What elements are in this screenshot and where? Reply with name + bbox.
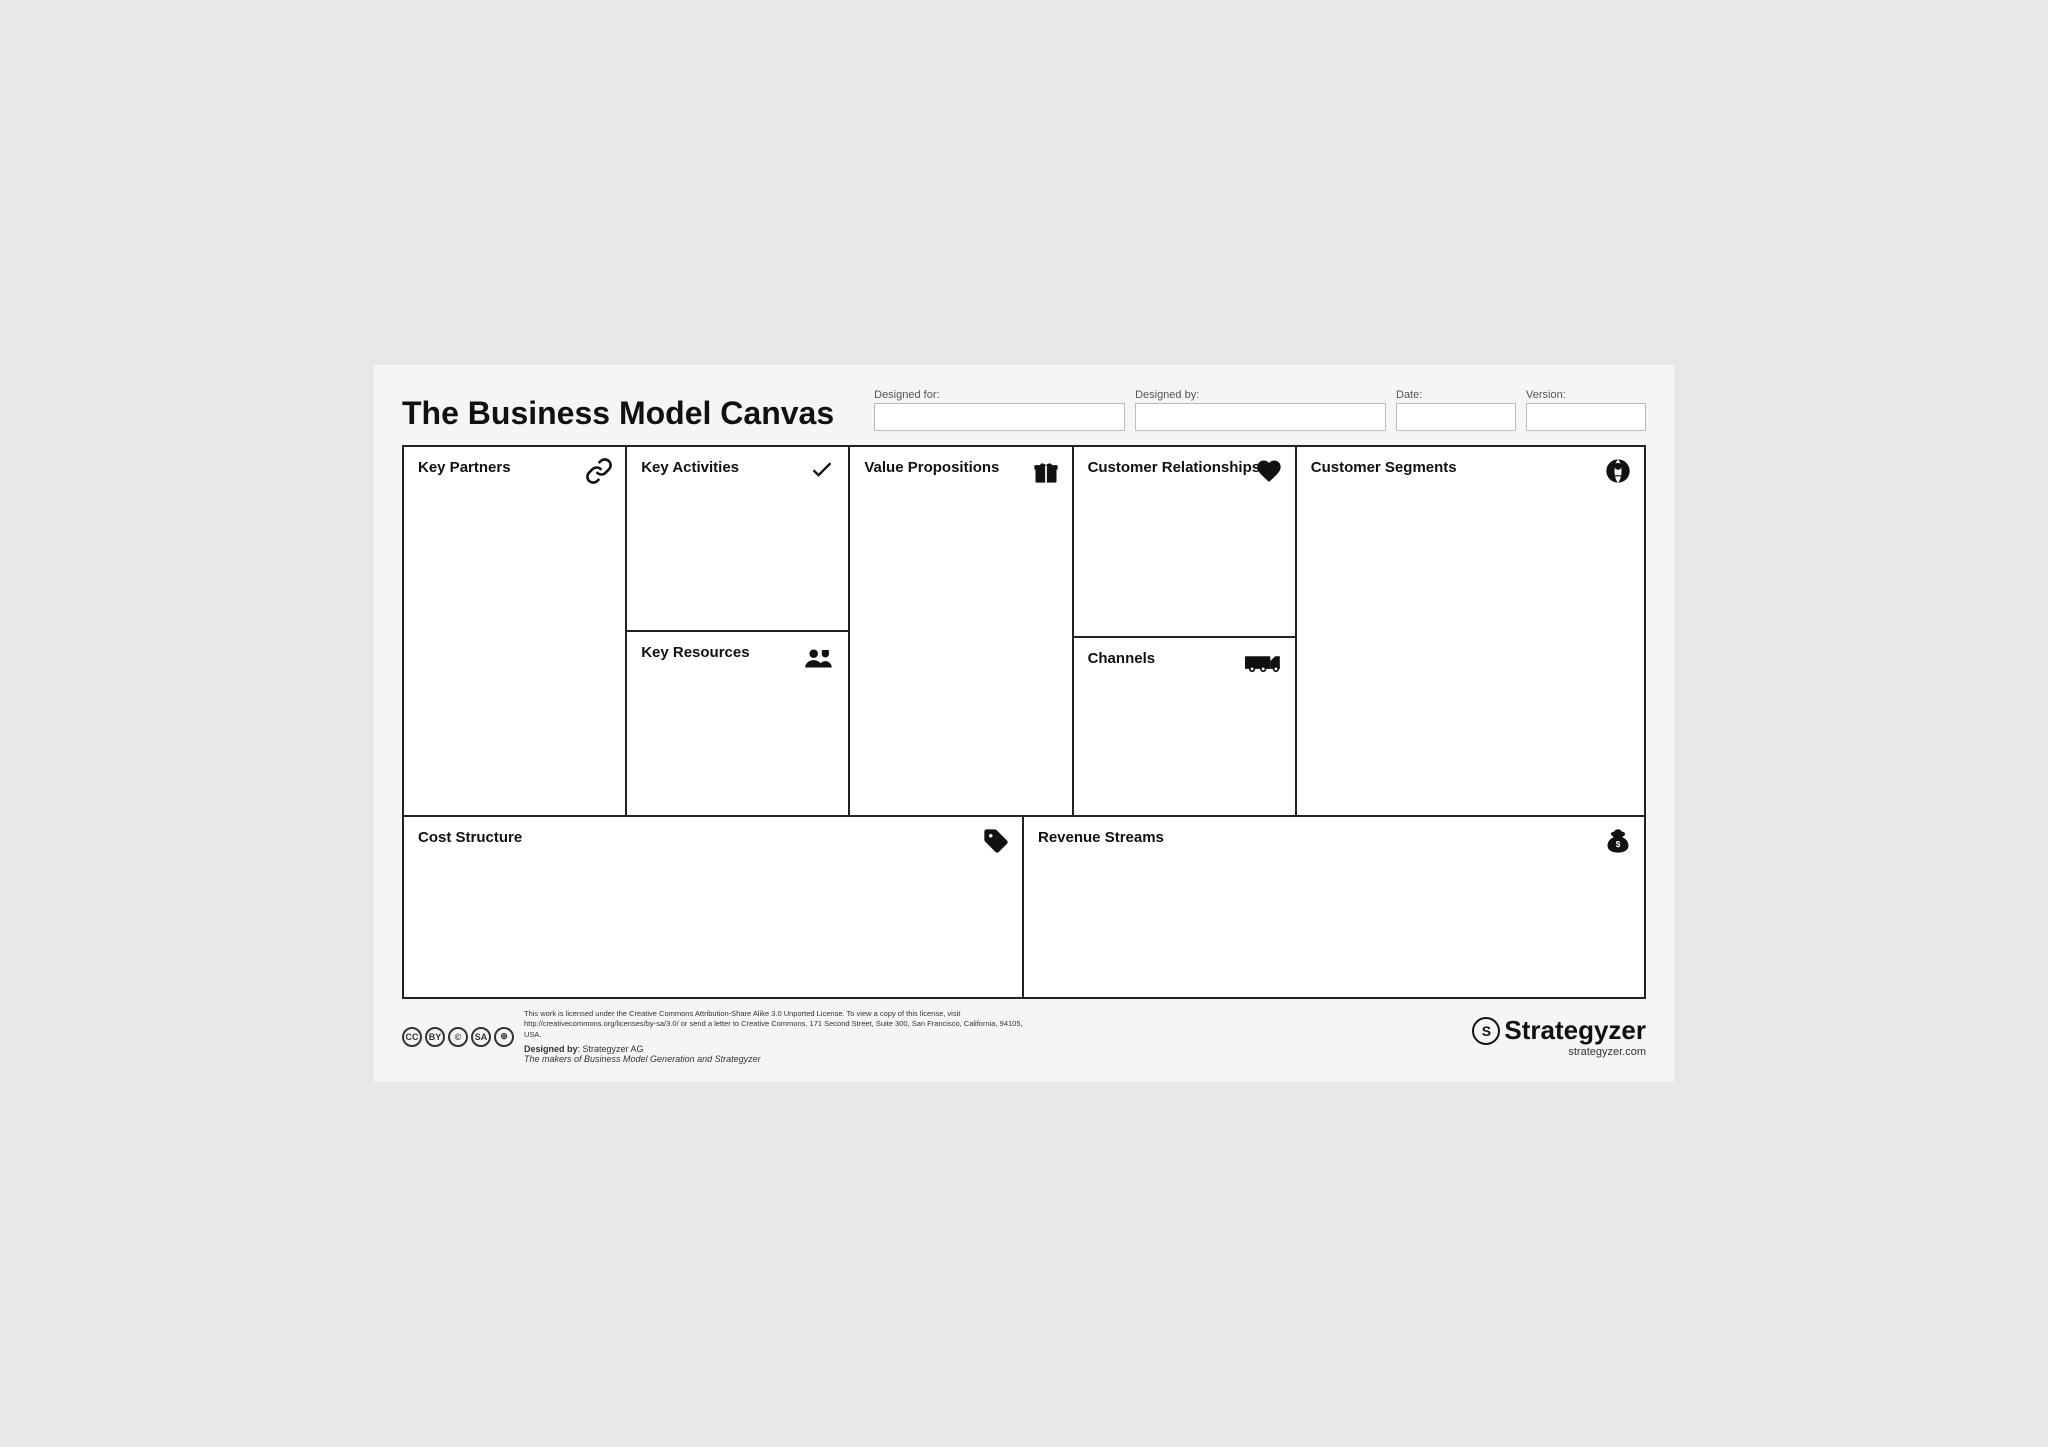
customer-segments-label: Customer Segments bbox=[1311, 459, 1630, 477]
customer-relationships-cell: Customer Relationships bbox=[1074, 447, 1295, 638]
key-activities-resources-column: Key Activities Key Resources bbox=[627, 447, 850, 815]
footer-left: CC BY © SA ⊕ This work is licensed under… bbox=[402, 1009, 1024, 1065]
cr-channels-column: Customer Relationships Channels bbox=[1074, 447, 1297, 815]
date-input[interactable] bbox=[1396, 403, 1516, 431]
designed-for-input[interactable] bbox=[874, 403, 1125, 431]
designed-by-label: Designed by bbox=[524, 1044, 578, 1054]
cost-structure-label: Cost Structure bbox=[418, 829, 1008, 847]
page-footer: CC BY © SA ⊕ This work is licensed under… bbox=[402, 1009, 1646, 1065]
customer-relationships-label: Customer Relationships bbox=[1088, 459, 1281, 477]
version-label: Version: bbox=[1526, 389, 1646, 401]
footer-text: This work is licensed under the Creative… bbox=[524, 1009, 1024, 1065]
value-propositions-cell: Value Propositions bbox=[850, 447, 1071, 815]
date-field: Date: bbox=[1396, 389, 1516, 431]
revenue-streams-icon: $ bbox=[1604, 827, 1632, 861]
value-propositions-icon bbox=[1032, 457, 1060, 491]
cc-by-icon: BY bbox=[425, 1027, 445, 1047]
canvas-bottom-row: Cost Structure Revenue Streams bbox=[404, 817, 1644, 997]
strategyzer-name: Strategyzer bbox=[1504, 1015, 1646, 1046]
footer-designed-by: Designed by: Strategyzer AG bbox=[524, 1044, 1024, 1054]
key-resources-icon bbox=[802, 642, 836, 682]
designed-by-label: Designed by: bbox=[1135, 389, 1386, 401]
channels-icon bbox=[1245, 648, 1283, 680]
cc-nc-icon: © bbox=[448, 1027, 468, 1047]
key-partners-cell: Key Partners bbox=[404, 447, 625, 815]
cc-icon: CC bbox=[402, 1027, 422, 1047]
customer-segments-column: Customer Segments bbox=[1297, 447, 1644, 815]
value-propositions-label: Value Propositions bbox=[864, 459, 1057, 477]
creative-commons-icons: CC BY © SA ⊕ bbox=[402, 1027, 514, 1047]
business-model-canvas: Key Partners Key Activities bbox=[402, 445, 1646, 999]
license-text: This work is licensed under the Creative… bbox=[524, 1009, 1024, 1041]
svg-text:$: $ bbox=[1616, 840, 1621, 849]
canvas-top-row: Key Partners Key Activities bbox=[404, 447, 1644, 817]
footer-tagline: The makers of Business Model Generation … bbox=[524, 1054, 1024, 1064]
key-activities-cell: Key Activities bbox=[627, 447, 848, 632]
key-activities-icon bbox=[808, 457, 836, 491]
strategyzer-logo-icon: S bbox=[1472, 1017, 1500, 1045]
channels-cell: Channels bbox=[1074, 638, 1295, 815]
designed-for-field: Designed for: bbox=[874, 389, 1125, 431]
strategyzer-url: strategyzer.com bbox=[1472, 1046, 1646, 1058]
value-propositions-column: Value Propositions bbox=[850, 447, 1073, 815]
page-header: The Business Model Canvas Designed for: … bbox=[402, 389, 1646, 431]
designed-by-field: Designed by: bbox=[1135, 389, 1386, 431]
designed-for-label: Designed for: bbox=[874, 389, 1125, 401]
cc-nd-icon: ⊕ bbox=[494, 1027, 514, 1047]
version-field: Version: bbox=[1526, 389, 1646, 431]
cost-structure-icon bbox=[982, 827, 1010, 861]
customer-relationships-icon bbox=[1255, 457, 1283, 491]
revenue-streams-cell: Revenue Streams $ bbox=[1024, 817, 1644, 997]
key-activities-label: Key Activities bbox=[641, 459, 834, 477]
customer-segments-icon bbox=[1604, 457, 1632, 491]
key-resources-cell: Key Resources bbox=[627, 632, 848, 815]
strategyzer-brand: S Strategyzer bbox=[1472, 1015, 1646, 1046]
designed-by-static: Designed by: Strategyzer AG bbox=[524, 1044, 644, 1054]
revenue-streams-label: Revenue Streams bbox=[1038, 829, 1630, 847]
key-partners-label: Key Partners bbox=[418, 459, 611, 477]
page-title: The Business Model Canvas bbox=[402, 396, 834, 431]
key-partners-icon bbox=[585, 457, 613, 491]
title-block: The Business Model Canvas bbox=[402, 396, 834, 431]
page: The Business Model Canvas Designed for: … bbox=[374, 365, 1674, 1083]
key-partners-column: Key Partners bbox=[404, 447, 627, 815]
canvas-main: Key Partners Key Activities bbox=[404, 447, 1644, 997]
cc-sa-icon: SA bbox=[471, 1027, 491, 1047]
date-label: Date: bbox=[1396, 389, 1516, 401]
designed-by-input[interactable] bbox=[1135, 403, 1386, 431]
header-fields: Designed for: Designed by: Date: Version… bbox=[874, 389, 1646, 431]
customer-segments-cell: Customer Segments bbox=[1297, 447, 1644, 815]
cost-structure-cell: Cost Structure bbox=[404, 817, 1024, 997]
designed-by-value: Strategyzer AG bbox=[583, 1044, 644, 1054]
footer-right: S Strategyzer strategyzer.com bbox=[1472, 1015, 1646, 1058]
version-input[interactable] bbox=[1526, 403, 1646, 431]
